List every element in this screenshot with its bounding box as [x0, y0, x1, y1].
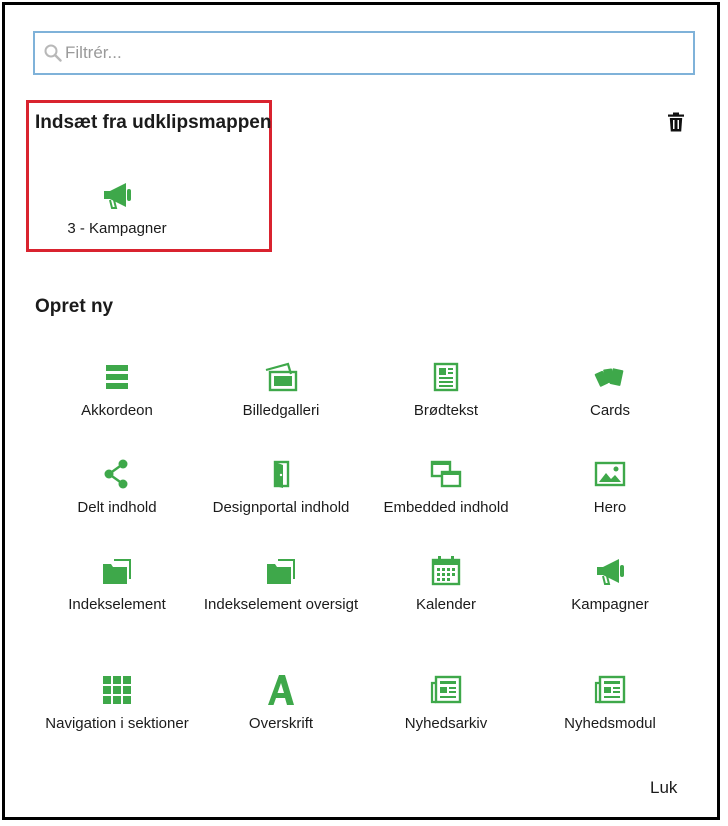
cards-icon [594, 368, 624, 387]
tile-akkordeon[interactable]: Akkordeon [35, 360, 199, 421]
close-button[interactable]: Luk [650, 778, 677, 798]
windows-icon [430, 460, 462, 488]
letter-a-icon [268, 675, 294, 705]
tile-overskrift[interactable]: Overskrift [199, 673, 363, 734]
door-icon [273, 460, 290, 488]
tile-delt-indhold[interactable]: Delt indhold [35, 457, 199, 518]
tile-label: Hero [593, 499, 627, 516]
tile-cards[interactable]: Cards [528, 360, 692, 421]
megaphone-icon [597, 559, 624, 585]
tile-indekselement[interactable]: Indekselement [35, 554, 199, 615]
tile-billedgalleri[interactable]: Billedgalleri [199, 360, 363, 421]
gallery-icon [265, 362, 298, 392]
tile-label: Akkordeon [81, 402, 153, 419]
tile-label: Brødtekst [413, 402, 479, 419]
tile-label: Designportal indhold [212, 499, 350, 516]
tile-brodtekst[interactable]: Brødtekst [364, 360, 528, 421]
create-title: Opret ny [35, 296, 114, 317]
search-icon [44, 44, 62, 62]
tile-embedded-indhold[interactable]: Embedded indhold [364, 457, 528, 518]
tile-nyhedsmodul[interactable]: Nyhedsmodul [528, 673, 692, 734]
tile-hero[interactable]: Hero [528, 457, 692, 518]
search-box[interactable] [33, 31, 695, 75]
newspaper-icon [430, 675, 462, 704]
accordion-icon [106, 365, 128, 389]
trash-icon[interactable] [667, 112, 685, 132]
tile-label: Delt indhold [77, 499, 157, 516]
newspaper-icon [594, 675, 626, 704]
tile-nyhedsarkiv[interactable]: Nyhedsarkiv [364, 673, 528, 734]
clipboard-title: Indsæt fra udklipsmappen [35, 112, 272, 133]
folder-icon [267, 559, 295, 584]
tile-label: Cards [589, 402, 630, 419]
share-icon [104, 459, 128, 489]
tile-label: Nyhedsarkiv [404, 715, 488, 732]
megaphone-icon [104, 183, 131, 209]
tile-kalender[interactable]: Kalender [364, 554, 528, 615]
calendar-icon [431, 556, 461, 586]
grid-icon [103, 676, 131, 704]
tile-label: Indekselement oversigt [203, 596, 359, 613]
tile-label: Overskrift [248, 715, 314, 732]
tile-label: Embedded indhold [383, 499, 509, 516]
tile-indekselement-oversigt[interactable]: Indekselement oversigt [199, 554, 363, 615]
tile-label: Navigation i sektioner [45, 715, 189, 732]
tile-label: Nyhedsmodul [564, 715, 656, 732]
tile-label: Kalender [415, 596, 477, 613]
tile-label: Kampagner [571, 596, 649, 613]
tile-label: Indekselement [68, 596, 166, 613]
tile-navigation-i-sektioner[interactable]: Navigation i sektioner [35, 673, 199, 734]
tile-3-kampagner[interactable]: 3 - Kampagner [35, 178, 199, 239]
tile-designportal-indhold[interactable]: Designportal indhold [199, 457, 363, 518]
search-input[interactable] [65, 39, 665, 67]
tile-kampagner[interactable]: Kampagner [528, 554, 692, 615]
text-document-icon [433, 362, 459, 392]
picture-icon [594, 461, 626, 487]
tile-label: 3 - Kampagner [67, 220, 167, 237]
folder-icon [103, 559, 131, 584]
tile-label: Billedgalleri [242, 402, 320, 419]
